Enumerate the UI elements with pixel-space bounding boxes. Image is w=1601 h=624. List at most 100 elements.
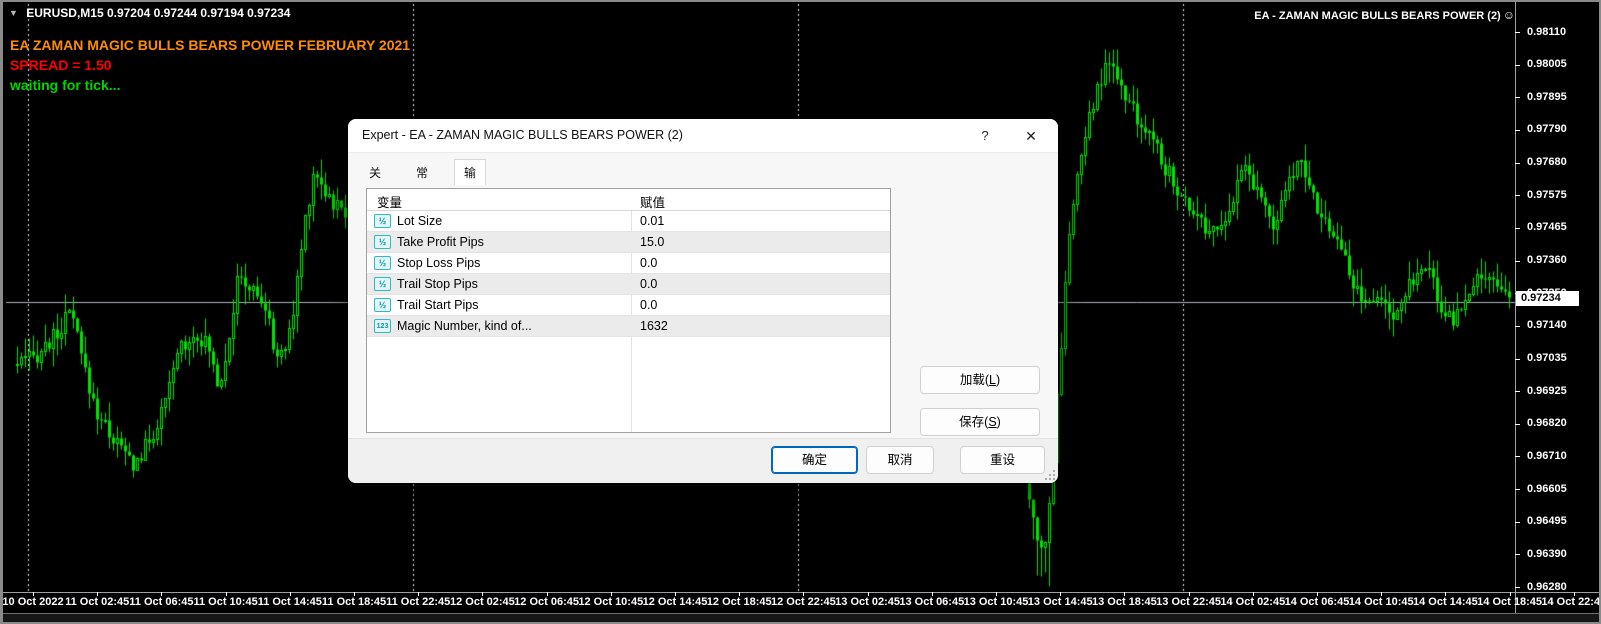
ok-button[interactable]: 确定 xyxy=(771,446,858,474)
mt4-chart-window: 0.981100.980050.978950.977900.976800.975… xyxy=(0,0,1601,624)
y-axis-tick xyxy=(1515,456,1520,457)
x-axis-tick xyxy=(739,592,740,596)
y-axis-tick xyxy=(1515,130,1520,131)
x-axis-tick xyxy=(611,592,612,596)
x-axis-label: 12 Oct 14:45 xyxy=(643,596,708,608)
y-axis-tick xyxy=(1515,32,1520,33)
resize-grip[interactable] xyxy=(1045,470,1055,480)
y-axis-tick xyxy=(1515,195,1520,196)
y-axis-tick xyxy=(1515,391,1520,392)
x-axis-tick xyxy=(996,592,997,596)
param-name: Trail Start Pips xyxy=(397,298,479,312)
y-axis-label: 0.96925 xyxy=(1527,385,1567,397)
y-axis-label: 0.97895 xyxy=(1527,91,1567,103)
time-axis-line xyxy=(3,592,1601,593)
ea-comment-spread: SPREAD = 1.50 xyxy=(10,55,410,75)
x-axis-label: 14 Oct 18:45 xyxy=(1477,596,1542,608)
param-value[interactable]: 0.0 xyxy=(640,256,657,270)
y-axis-label: 0.97680 xyxy=(1527,156,1567,168)
close-icon[interactable]: ✕ xyxy=(1018,124,1044,148)
y-axis-label: 0.97360 xyxy=(1527,254,1567,266)
x-axis-tick xyxy=(97,592,98,596)
param-row[interactable]: ½Stop Loss Pips0.0 xyxy=(367,253,890,274)
y-axis-tick xyxy=(1515,65,1520,66)
param-name: Take Profit Pips xyxy=(397,235,484,249)
x-axis-label: 12 Oct 06:45 xyxy=(514,596,579,608)
ea-title-text: EA - ZAMAN MAGIC BULLS BEARS POWER (2) xyxy=(1254,10,1500,22)
load-button[interactable]: 加载(L) xyxy=(920,366,1040,394)
param-double-icon: ½ xyxy=(374,277,391,291)
current-price-marker: 0.97234 xyxy=(1516,291,1579,306)
y-axis-tick xyxy=(1515,228,1520,229)
x-axis-label: 11 Oct 02:45 xyxy=(65,596,129,608)
y-axis-tick xyxy=(1515,489,1520,490)
y-axis-label: 0.97790 xyxy=(1527,123,1567,135)
x-axis-tick xyxy=(161,592,162,596)
param-row[interactable]: ½Take Profit Pips15.0 xyxy=(367,232,890,253)
y-axis-tick xyxy=(1515,163,1520,164)
tab-about[interactable]: 关于 xyxy=(360,161,390,185)
x-axis-label: 11 Oct 14:45 xyxy=(258,596,322,608)
x-axis-label: 12 Oct 22:45 xyxy=(771,596,836,608)
column-header-variable: 变量 xyxy=(377,192,402,211)
tab-common[interactable]: 常用 xyxy=(407,161,437,185)
x-axis-tick xyxy=(482,592,483,596)
parameters-table: 变量 赋值 ½ Lot Size 0.01 ½ Take Profit Pips 15.0… xyxy=(366,188,891,433)
x-axis-label: 11 Oct 18:45 xyxy=(322,596,386,608)
y-axis-label: 0.98110 xyxy=(1527,26,1566,38)
help-button[interactable]: ? xyxy=(972,124,998,148)
y-axis-tick xyxy=(1515,261,1520,262)
y-axis-label: 0.98005 xyxy=(1527,58,1567,70)
tab-inputs[interactable]: 输入参数 xyxy=(454,159,486,185)
y-axis-label: 0.96280 xyxy=(1527,581,1567,593)
x-axis-tick xyxy=(1381,592,1382,596)
param-value[interactable]: 0.01 xyxy=(640,214,664,228)
param-double-icon: ½ xyxy=(374,298,391,312)
x-axis-tick xyxy=(226,592,227,596)
y-axis-tick xyxy=(1515,359,1520,360)
y-axis-label: 0.96820 xyxy=(1527,417,1567,429)
param-name: Stop Loss Pips xyxy=(397,256,480,270)
x-axis-tick xyxy=(1317,592,1318,596)
ea-comment-status: waiting for tick... xyxy=(10,75,410,95)
param-name: Magic Number, kind of... xyxy=(397,319,532,333)
x-axis-label: 13 Oct 10:45 xyxy=(964,596,1029,608)
x-axis-label: 11 Oct 22:45 xyxy=(386,596,450,608)
param-row[interactable]: ½Trail Stop Pips0.0 xyxy=(367,274,890,295)
param-value[interactable]: 1632 xyxy=(640,319,668,333)
column-header-value: 赋值 xyxy=(640,192,665,211)
x-axis-label: 11 Oct 06:45 xyxy=(129,596,193,608)
save-button[interactable]: 保存(S) xyxy=(920,408,1040,436)
symbol-ohlc-line: ▼ EURUSD,M15 0.97204 0.97244 0.97194 0.9… xyxy=(9,6,290,20)
cancel-button[interactable]: 取消 xyxy=(866,446,934,474)
x-axis-tick xyxy=(868,592,869,596)
y-axis-label: 0.96390 xyxy=(1527,548,1567,560)
x-axis-label: 11 Oct 10:45 xyxy=(193,596,257,608)
ea-running-smiley-icon[interactable]: ☺ xyxy=(1503,8,1515,22)
x-axis-tick xyxy=(1445,592,1446,596)
y-axis-tick xyxy=(1515,587,1520,588)
x-axis-label: 14 Oct 06:45 xyxy=(1285,596,1350,608)
ea-comment-title: EA ZAMAN MAGIC BULLS BEARS POWER FEBRUAR… xyxy=(10,35,410,55)
x-axis-label: 10 Oct 2022 xyxy=(2,596,63,608)
y-axis-label: 0.97140 xyxy=(1527,319,1567,331)
x-axis-label: 14 Oct 22:45 xyxy=(1541,596,1601,608)
param-row[interactable]: 123Magic Number, kind of...1632 xyxy=(367,316,890,337)
y-axis-tick xyxy=(1515,522,1520,523)
param-value[interactable]: 0.0 xyxy=(640,277,657,291)
param-value[interactable]: 0.0 xyxy=(640,298,657,312)
param-name: Lot Size xyxy=(397,214,442,228)
symbol-dropdown-icon[interactable]: ▼ xyxy=(9,8,18,18)
x-axis-label: 13 Oct 06:45 xyxy=(899,596,964,608)
x-axis-tick xyxy=(1510,592,1511,596)
dialog-titlebar[interactable]: Expert - EA - ZAMAN MAGIC BULLS BEARS PO… xyxy=(348,119,1058,153)
reset-button[interactable]: 重设 xyxy=(960,446,1045,474)
x-axis-tick xyxy=(33,592,34,596)
x-axis-tick xyxy=(1189,592,1190,596)
x-axis-label: 12 Oct 02:45 xyxy=(450,596,515,608)
param-row[interactable]: ½ Trail Start Pips 0.0 xyxy=(367,295,890,316)
y-axis-label: 0.97465 xyxy=(1527,221,1567,233)
x-axis-tick xyxy=(1253,592,1254,596)
param-value[interactable]: 15.0 xyxy=(640,235,664,249)
param-row[interactable]: ½Lot Size0.01 xyxy=(367,211,890,232)
